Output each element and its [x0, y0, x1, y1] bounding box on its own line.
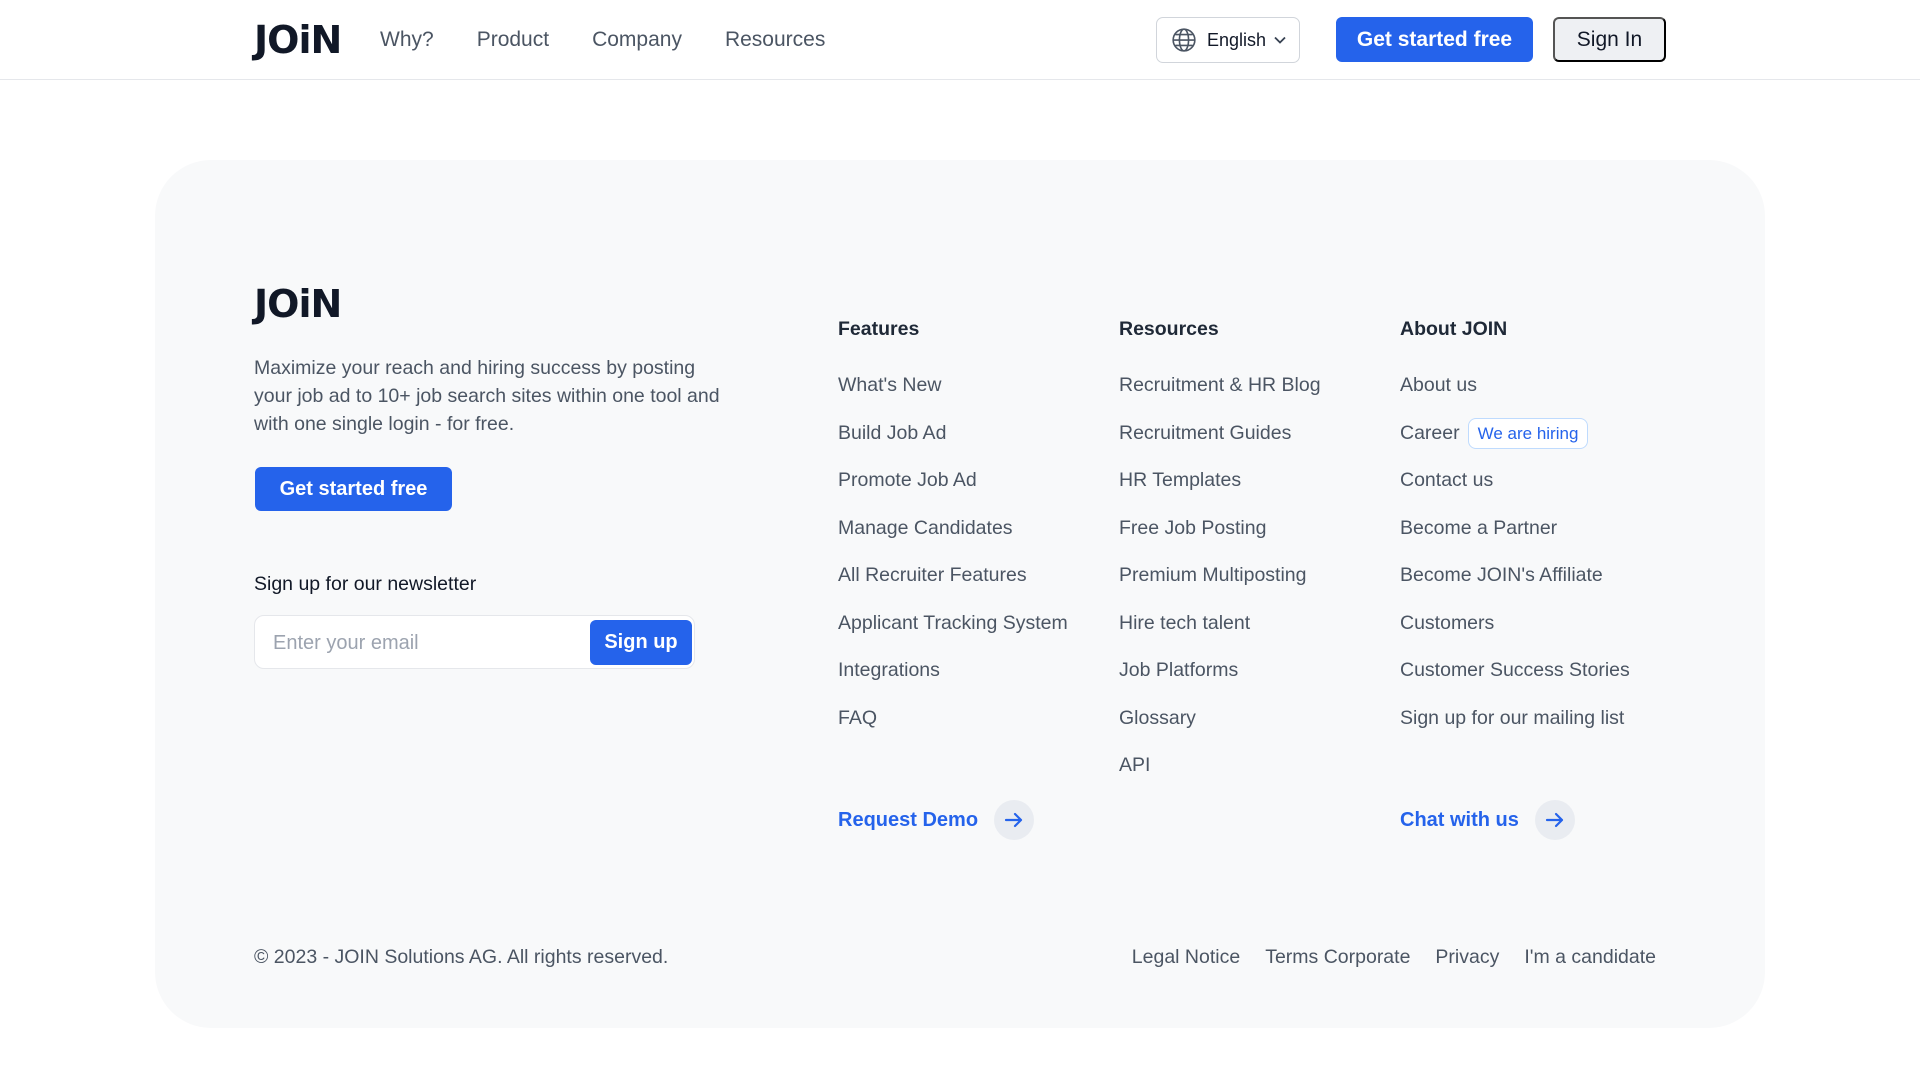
- copyright-text: © 2023 - JOIN Solutions AG. All rights r…: [254, 946, 669, 968]
- footer-link-whats-new[interactable]: What's New: [838, 370, 1068, 418]
- newsletter-title: Sign up for our newsletter: [254, 573, 477, 595]
- footer-link-job-platforms[interactable]: Job Platforms: [1119, 655, 1321, 703]
- footer-link-faq[interactable]: FAQ: [838, 703, 1068, 751]
- features-links: What's New Build Job Ad Promote Job Ad M…: [838, 370, 1068, 750]
- footer-link-manage-candidates[interactable]: Manage Candidates: [838, 513, 1068, 561]
- footer-link-career[interactable]: Career: [1400, 422, 1460, 444]
- nav-item-product[interactable]: Product: [477, 28, 549, 52]
- newsletter-email-input[interactable]: [273, 628, 633, 658]
- join-logo[interactable]: JOiN: [254, 18, 342, 62]
- footer-link-api[interactable]: API: [1119, 750, 1321, 798]
- newsletter-signup-button[interactable]: Sign up: [590, 620, 692, 665]
- footer-link-hire-tech-talent[interactable]: Hire tech talent: [1119, 608, 1321, 656]
- we-are-hiring-badge[interactable]: We are hiring: [1467, 417, 1589, 449]
- newsletter-form: Sign up: [254, 615, 695, 669]
- footer-link-contact-us[interactable]: Contact us: [1400, 465, 1630, 513]
- chat-with-us-label: Chat with us: [1400, 808, 1519, 831]
- footer-link-about-us[interactable]: About us: [1400, 370, 1630, 418]
- nav-item-why[interactable]: Why?: [380, 28, 434, 52]
- footer-link-build-job-ad[interactable]: Build Job Ad: [838, 418, 1068, 466]
- footer-link-customers[interactable]: Customers: [1400, 608, 1630, 656]
- main-nav: Why? Product Company Resources: [380, 0, 868, 80]
- footer-link-become-partner[interactable]: Become a Partner: [1400, 513, 1630, 561]
- sign-in-button[interactable]: Sign In: [1553, 17, 1666, 62]
- footer-link-promote-job-ad[interactable]: Promote Job Ad: [838, 465, 1068, 513]
- get-started-button[interactable]: Get started free: [1336, 17, 1533, 62]
- footer-join-logo[interactable]: JOiN: [254, 282, 342, 326]
- footer-link-glossary[interactable]: Glossary: [1119, 703, 1321, 751]
- top-navigation-bar: JOiN Why? Product Company Resources Engl…: [0, 0, 1920, 80]
- about-column-title: About JOIN: [1400, 318, 1508, 340]
- request-demo-link[interactable]: Request Demo: [838, 800, 1035, 840]
- chat-with-us-link[interactable]: Chat with us: [1400, 800, 1575, 840]
- request-demo-label: Request Demo: [838, 808, 979, 831]
- arrow-right-icon: [994, 800, 1035, 840]
- legal-link-terms-corporate[interactable]: Terms Corporate: [1265, 946, 1410, 969]
- language-label: English: [1207, 29, 1267, 50]
- about-links: About us Career We are hiring Contact us …: [1400, 370, 1630, 750]
- footer-link-applicant-tracking-system[interactable]: Applicant Tracking System: [838, 608, 1068, 656]
- nav-item-resources[interactable]: Resources: [725, 28, 825, 52]
- footer-link-customer-success-stories[interactable]: Customer Success Stories: [1400, 655, 1630, 703]
- legal-links: Legal Notice Terms Corporate Privacy I'm…: [1107, 946, 1656, 969]
- footer-link-hr-templates[interactable]: HR Templates: [1119, 465, 1321, 513]
- footer-link-free-job-posting[interactable]: Free Job Posting: [1119, 513, 1321, 561]
- footer-link-recruitment-guides[interactable]: Recruitment Guides: [1119, 418, 1321, 466]
- legal-link-candidate[interactable]: I'm a candidate: [1524, 946, 1656, 969]
- footer-link-career-row: Career We are hiring: [1400, 417, 1630, 466]
- footer-link-recruitment-hr-blog[interactable]: Recruitment & HR Blog: [1119, 370, 1321, 418]
- resources-column-title: Resources: [1119, 318, 1219, 340]
- resources-links: Recruitment & HR Blog Recruitment Guides…: [1119, 370, 1321, 798]
- nav-item-company[interactable]: Company: [592, 28, 682, 52]
- legal-link-legal-notice[interactable]: Legal Notice: [1132, 946, 1240, 969]
- footer-link-premium-multiposting[interactable]: Premium Multiposting: [1119, 560, 1321, 608]
- footer-tagline: Maximize your reach and hiring success b…: [254, 357, 720, 435]
- chevron-down-icon: [1274, 33, 1286, 47]
- footer-get-started-button[interactable]: Get started free: [255, 467, 452, 511]
- footer-link-integrations[interactable]: Integrations: [838, 655, 1068, 703]
- language-selector[interactable]: English: [1156, 17, 1300, 63]
- footer-link-become-affiliate[interactable]: Become JOIN's Affiliate: [1400, 560, 1630, 608]
- arrow-right-icon: [1534, 800, 1575, 840]
- footer-link-all-recruiter-features[interactable]: All Recruiter Features: [838, 560, 1068, 608]
- legal-link-privacy[interactable]: Privacy: [1435, 946, 1499, 969]
- footer-link-mailing-list[interactable]: Sign up for our mailing list: [1400, 703, 1630, 751]
- globe-icon: [1172, 28, 1196, 52]
- features-column-title: Features: [838, 318, 920, 340]
